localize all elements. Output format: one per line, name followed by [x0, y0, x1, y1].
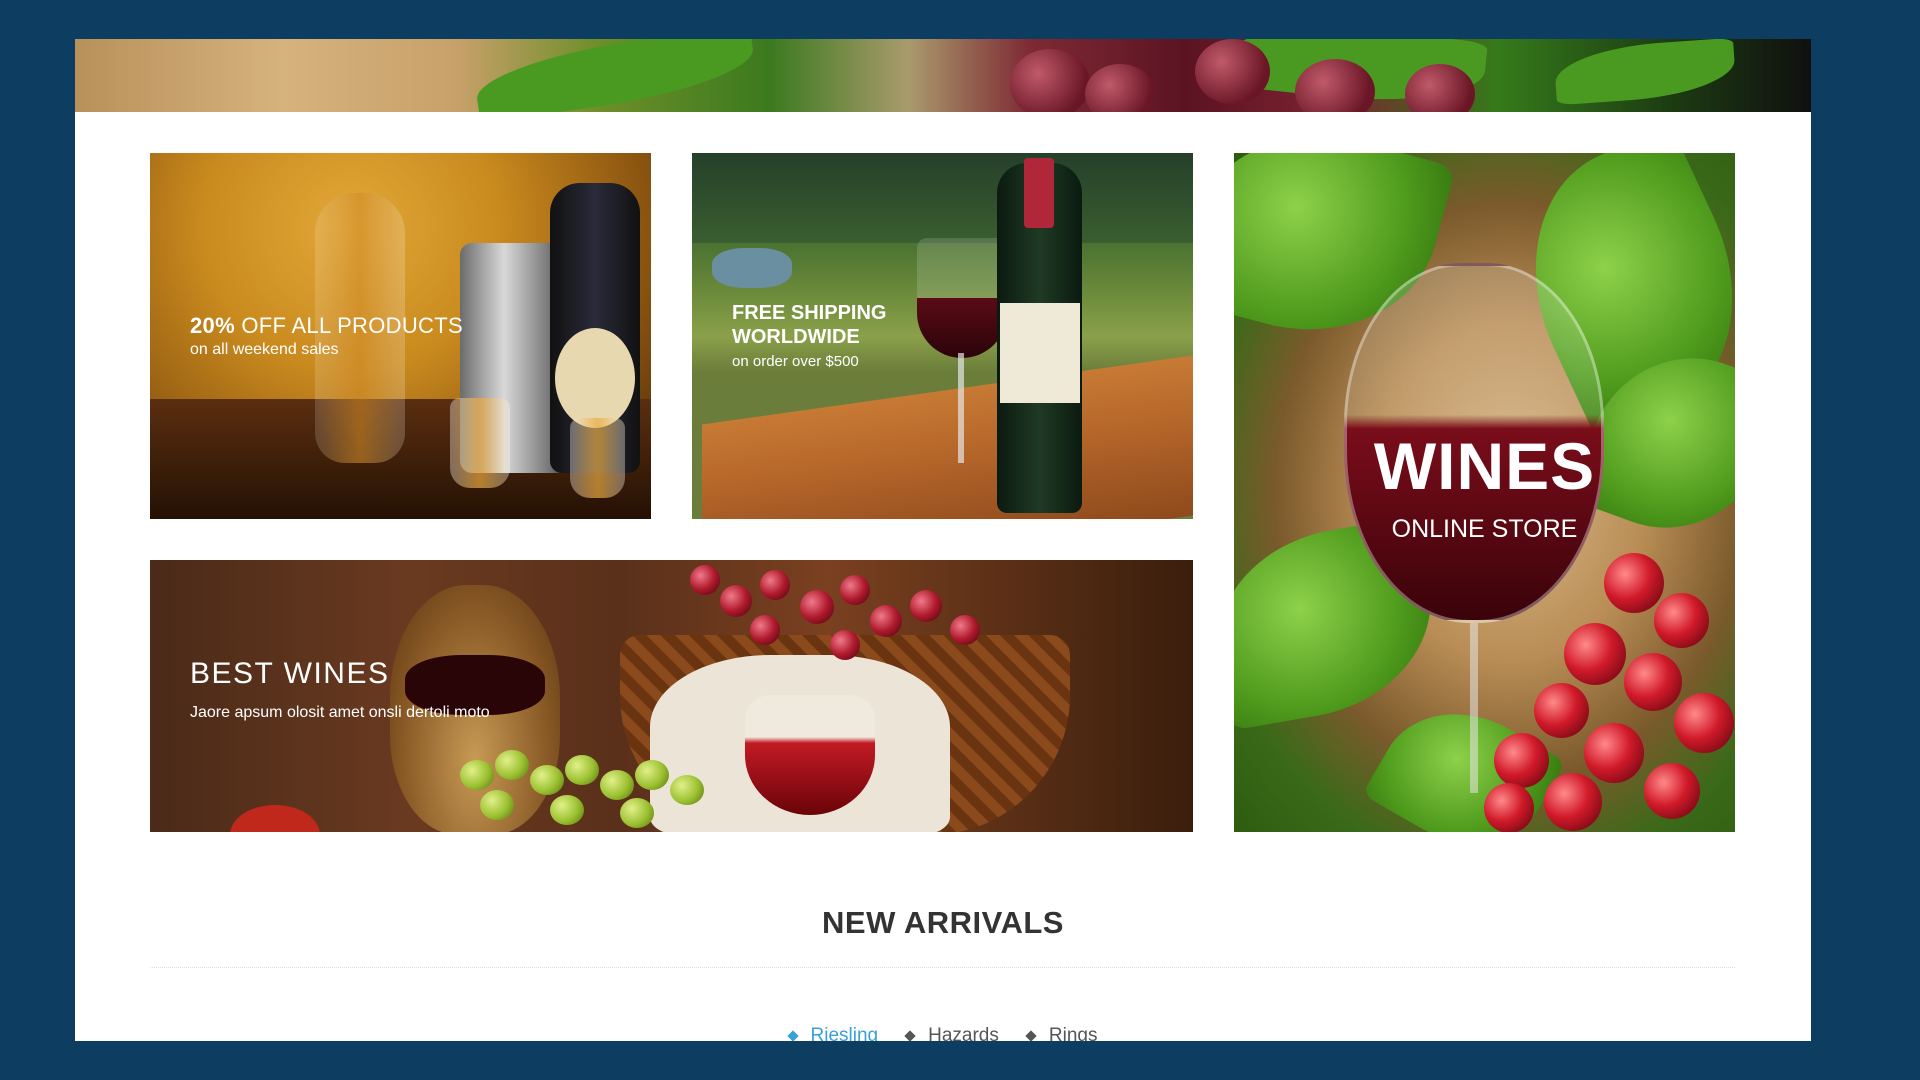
tab-label: Rings [1048, 1025, 1098, 1041]
promo-banner-shipping[interactable]: FREE SHIPPING WORLDWIDE on order over $5… [692, 153, 1193, 519]
shipping-subline: on order over $500 [732, 353, 859, 370]
best-wines-title: BEST WINES [190, 657, 390, 690]
tab-label: Riesling [810, 1025, 879, 1041]
promo-banner-best-wines[interactable]: BEST WINES Jaore apsum olosit amet onsli… [150, 560, 1193, 832]
diamond-icon [1025, 1030, 1037, 1041]
promo-headline: 20% OFF ALL PRODUCTS [190, 313, 463, 338]
promo-banner-discount[interactable]: 20% OFF ALL PRODUCTS on all weekend sale… [150, 153, 651, 519]
tab-riesling[interactable]: Riesling [786, 1025, 879, 1041]
shipping-headline: FREE SHIPPING WORLDWIDE [732, 302, 887, 348]
section-divider [150, 967, 1735, 968]
diamond-icon [786, 1030, 799, 1041]
page-container: 20% OFF ALL PRODUCTS on all weekend sale… [75, 39, 1811, 1041]
hero-image-strip [75, 39, 1811, 112]
new-arrivals-heading: NEW ARRIVALS [822, 905, 1064, 940]
tab-hazards[interactable]: Hazards [904, 1025, 999, 1041]
promo-banner-online-store[interactable]: WINES ONLINE STORE [1234, 153, 1735, 832]
diamond-icon [904, 1030, 916, 1041]
store-title: WINES [1373, 429, 1596, 503]
tab-rings[interactable]: Rings [1025, 1025, 1098, 1041]
new-arrivals-tabs: Riesling Hazards Rings [75, 1025, 1811, 1041]
tab-label: Hazards [928, 1025, 999, 1041]
best-wines-description: Jaore apsum olosit amet onsli dertoli mo… [190, 704, 490, 721]
store-subtitle: ONLINE STORE [1391, 515, 1578, 543]
promo-subline: on all weekend sales [190, 341, 339, 358]
